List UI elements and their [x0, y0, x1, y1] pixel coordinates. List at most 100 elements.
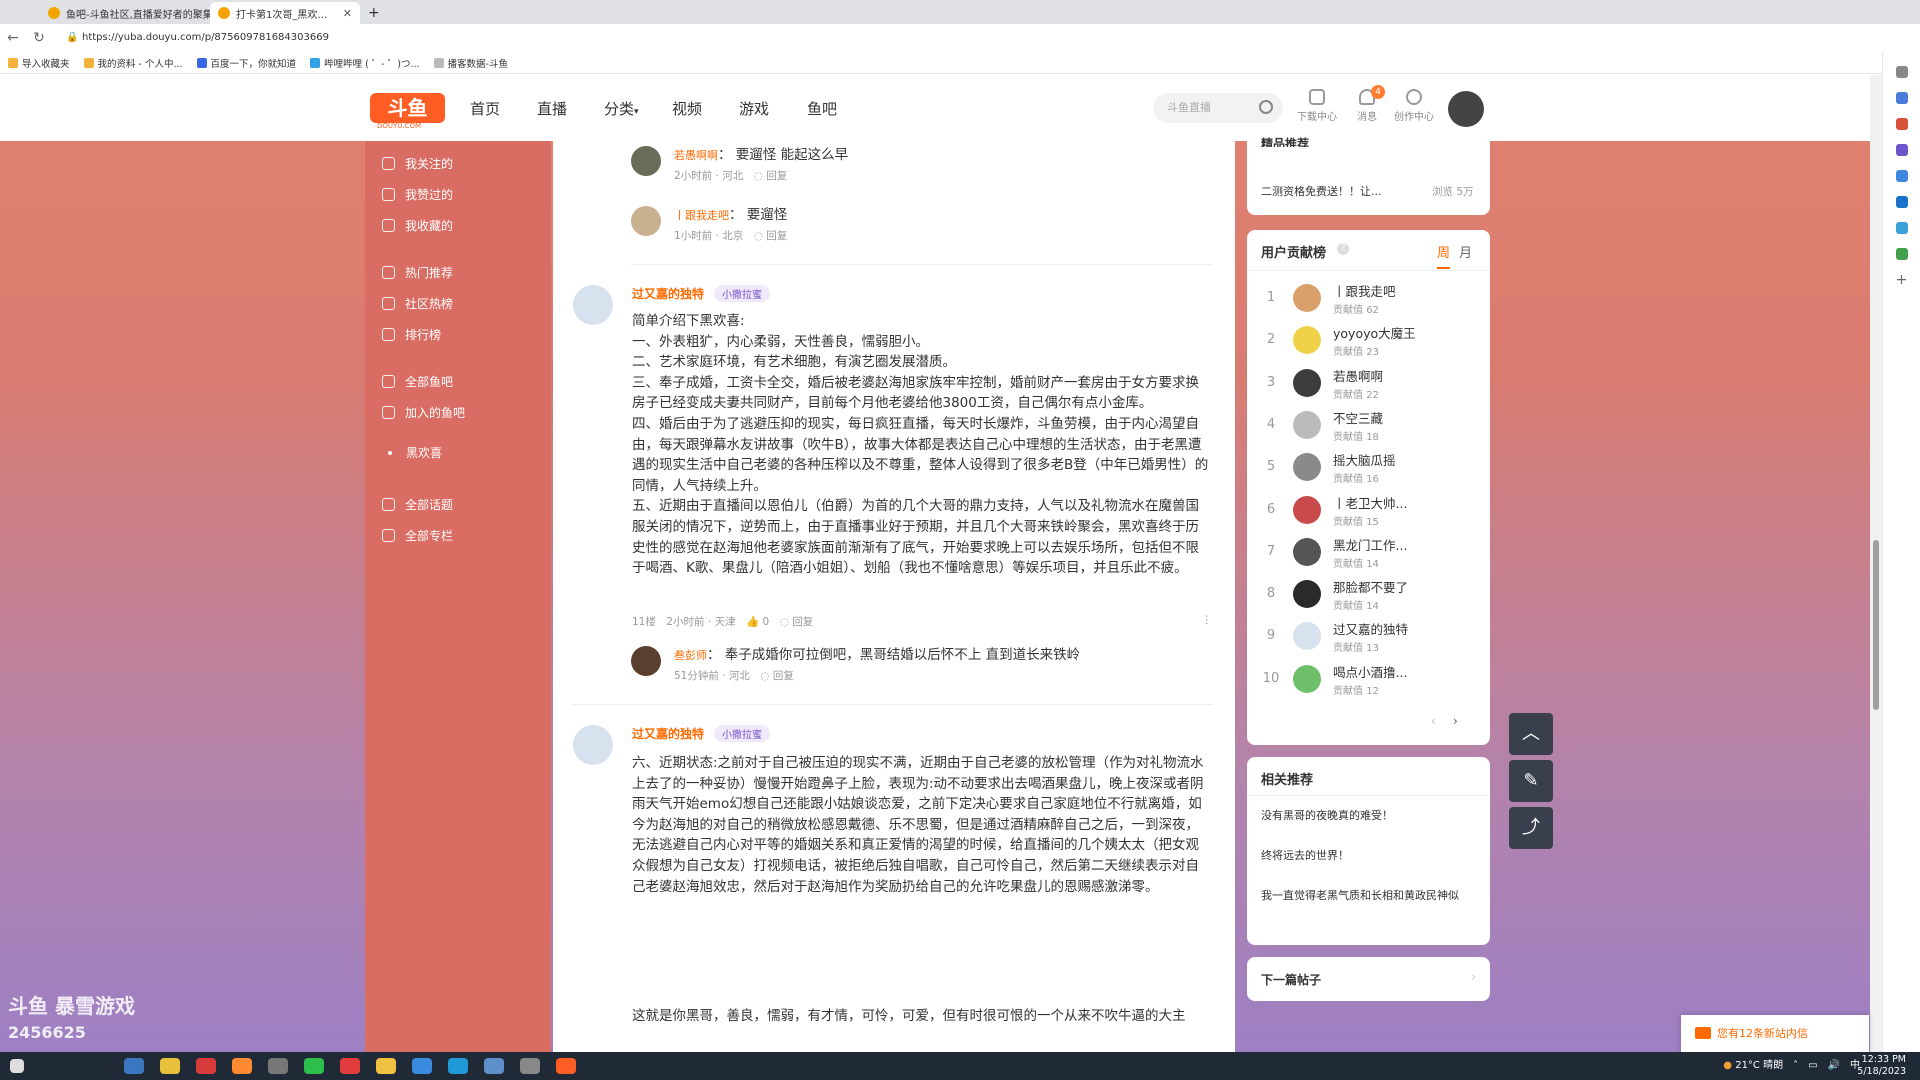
sidebar-app-icon[interactable]: [1895, 118, 1908, 130]
tab-month[interactable]: 月: [1459, 242, 1472, 261]
nav-live[interactable]: 直播: [537, 98, 567, 119]
contrib-user-name[interactable]: 那脸都不要了: [1333, 577, 1408, 596]
contrib-user-name[interactable]: 喝点小酒撸...: [1333, 662, 1407, 681]
avatar[interactable]: [1293, 580, 1321, 609]
nav-yuba[interactable]: 鱼吧: [807, 98, 837, 119]
taskbar-app-icon[interactable]: [124, 1058, 144, 1074]
reply-link[interactable]: ◌ 回复: [760, 670, 794, 682]
system-clock[interactable]: 12:33 PM 5/18/2023: [1857, 1054, 1906, 1078]
menu-yuba-heihuanxi[interactable]: 黑欢喜: [388, 444, 442, 461]
menu-all-yuba[interactable]: 全部鱼吧: [382, 373, 453, 390]
avatar[interactable]: [631, 146, 661, 176]
reply-link[interactable]: ◌ 回复: [754, 170, 788, 182]
next-post-card[interactable]: 下一篇帖子 ›: [1247, 957, 1490, 1001]
avatar[interactable]: [1293, 410, 1321, 439]
menu-hot[interactable]: 热门推荐: [382, 264, 453, 281]
taskbar-app-icon[interactable]: [376, 1058, 396, 1074]
tab-week[interactable]: 周: [1437, 242, 1451, 269]
taskbar-app-icon[interactable]: [268, 1058, 288, 1074]
contrib-row[interactable]: 5 摇大脑瓜摇 贡献值 16: [1247, 447, 1490, 487]
menu-all-columns[interactable]: 全部专栏: [382, 527, 453, 544]
related-item[interactable]: 我一直觉得老黑气质和长相和黄政民神似: [1261, 887, 1481, 905]
browser-tab-1[interactable]: 鱼吧-斗鱼社区,直播爱好者的聚集 ✕: [40, 2, 210, 24]
avatar[interactable]: [1293, 368, 1321, 397]
sidebar-app-icon[interactable]: [1895, 144, 1908, 156]
avatar[interactable]: [1293, 284, 1321, 312]
bookmark-item[interactable]: 百度一下，你就知道: [196, 56, 296, 70]
file-explorer-icon[interactable]: [160, 1058, 180, 1074]
nav-category[interactable]: 分类▾: [604, 98, 639, 119]
taskbar-app-icon[interactable]: [412, 1058, 432, 1074]
taskbar-app-icon[interactable]: [340, 1058, 360, 1074]
avatar[interactable]: [1293, 622, 1321, 651]
search-icon[interactable]: [1895, 66, 1908, 78]
contrib-user-name[interactable]: 若愚啊啊: [1333, 366, 1383, 385]
avatar[interactable]: [1293, 537, 1321, 566]
user-avatar[interactable]: [1448, 91, 1484, 127]
contrib-row[interactable]: 9 过又嘉的独特 贡献值 13: [1247, 616, 1490, 656]
nav-video[interactable]: 视频: [672, 98, 702, 119]
refresh-icon[interactable]: ↻: [26, 30, 52, 46]
contrib-row[interactable]: 10 喝点小酒撸... 贡献值 12: [1247, 659, 1490, 699]
douyu-logo[interactable]: 斗鱼: [370, 93, 445, 123]
wechat-icon[interactable]: [304, 1058, 324, 1074]
contrib-user-name[interactable]: 丨跟我走吧: [1333, 281, 1396, 300]
nav-home[interactable]: 首页: [470, 98, 500, 119]
windows-start-icon[interactable]: [10, 1059, 24, 1073]
avatar[interactable]: [1293, 664, 1321, 693]
share-button[interactable]: ⤴: [1509, 807, 1553, 849]
related-item[interactable]: 没有黑哥的夜晚真的难受！: [1261, 807, 1481, 825]
avatar[interactable]: [1293, 453, 1321, 482]
menu-ranking[interactable]: 排行榜: [382, 326, 441, 343]
taskbar-app-icon[interactable]: [196, 1058, 216, 1074]
contrib-user-name[interactable]: 过又嘉的独特: [1333, 619, 1408, 638]
download-center-button[interactable]: 下载中心: [1295, 89, 1339, 123]
contrib-user-name[interactable]: 黑龙门工作...: [1333, 535, 1407, 554]
steam-icon[interactable]: [484, 1058, 504, 1074]
related-item[interactable]: 终将远去的世界！: [1261, 847, 1481, 865]
featured-item[interactable]: 二测资格免费送！！让...: [1261, 183, 1382, 199]
bookmark-item[interactable]: 播客数据-斗鱼: [433, 56, 508, 70]
creator-center-button[interactable]: 创作中心: [1392, 89, 1436, 123]
contrib-row[interactable]: 6 丨老卫大帅... 贡献值 15: [1247, 490, 1490, 530]
page-scrollbar[interactable]: [1870, 75, 1882, 1052]
message-notice[interactable]: 您有12条新站内信: [1681, 1015, 1869, 1052]
like-button[interactable]: 👍 0: [746, 616, 769, 628]
menu-favorites[interactable]: 我收藏的: [382, 217, 453, 234]
taskbar-app-icon[interactable]: [556, 1058, 576, 1074]
back-to-top-button[interactable]: ︿: [1509, 713, 1553, 755]
contrib-row[interactable]: 7 黑龙门工作... 贡献值 14: [1247, 532, 1490, 572]
close-tab-icon[interactable]: ✕: [343, 7, 352, 20]
outlook-icon[interactable]: [1895, 196, 1908, 208]
avatar[interactable]: [631, 646, 661, 676]
contrib-user-name[interactable]: 摇大脑瓜摇: [1333, 450, 1396, 469]
search-icon[interactable]: [1259, 100, 1273, 114]
url-field[interactable]: 🔒 https://yuba.douyu.com/p/8756097816843…: [62, 28, 1562, 48]
avatar[interactable]: [1293, 326, 1321, 355]
avatar[interactable]: [1293, 495, 1321, 524]
menu-all-topics[interactable]: 全部话题: [382, 496, 453, 513]
sidebar-app-icon[interactable]: [1895, 222, 1908, 234]
new-tab-plus-icon[interactable]: +: [360, 2, 388, 24]
reply-link[interactable]: ◌ 回复: [780, 616, 814, 628]
taskbar-app-icon[interactable]: [520, 1058, 540, 1074]
nav-game[interactable]: 游戏: [739, 98, 769, 119]
avatar[interactable]: [573, 285, 613, 325]
edit-post-button[interactable]: ✎: [1509, 760, 1553, 802]
prev-page-icon[interactable]: ‹: [1431, 714, 1436, 728]
contrib-row[interactable]: 4 不空三藏 贡献值 18: [1247, 405, 1490, 445]
sidebar-app-icon[interactable]: [1895, 92, 1908, 104]
taskbar-app-icon[interactable]: [232, 1058, 252, 1074]
contrib-user-name[interactable]: 不空三藏: [1333, 408, 1383, 427]
avatar[interactable]: [631, 206, 661, 236]
next-page-icon[interactable]: ›: [1453, 714, 1458, 728]
scrollbar-thumb[interactable]: [1873, 540, 1879, 710]
help-icon[interactable]: ?: [1337, 243, 1349, 255]
browser-tab-2[interactable]: 打卡第1次哥_黑欢喜的鱼吧_斗鱼... ✕: [210, 2, 360, 24]
menu-joined-yuba[interactable]: 加入的鱼吧: [382, 404, 465, 421]
add-icon[interactable]: +: [1895, 273, 1908, 287]
sidebar-app-icon[interactable]: [1895, 248, 1908, 260]
contrib-row[interactable]: 8 那脸都不要了 贡献值 14: [1247, 574, 1490, 614]
more-options-icon[interactable]: ⋮: [1202, 614, 1213, 626]
contrib-row[interactable]: 1 丨跟我走吧 贡献值 62: [1247, 278, 1490, 318]
